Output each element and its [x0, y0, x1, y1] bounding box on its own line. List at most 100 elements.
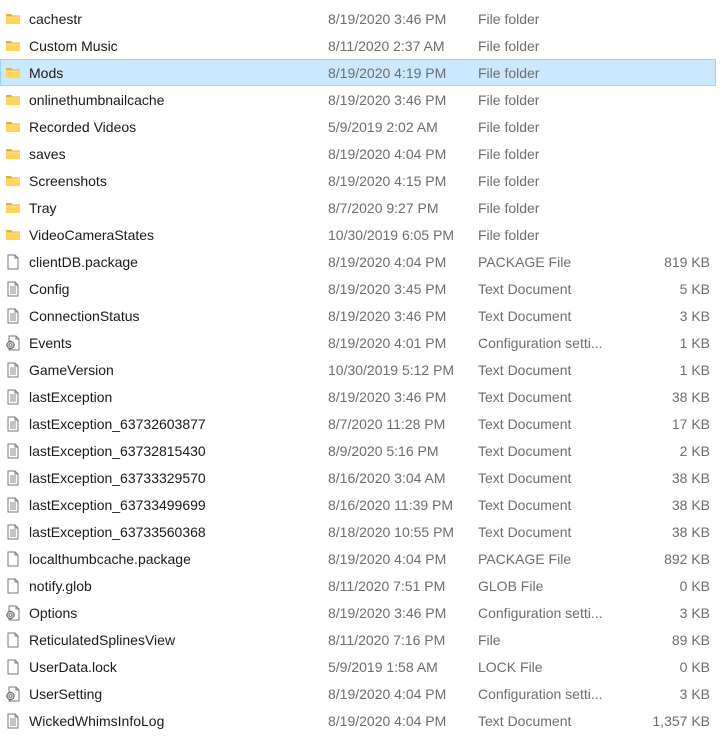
file-type: Text Document	[478, 524, 572, 540]
file-type: Text Document	[478, 416, 572, 432]
date-modified: 8/19/2020 4:04 PM	[328, 713, 447, 729]
date-modified: 8/7/2020 9:27 PM	[328, 200, 439, 216]
file-size: 3 KB	[679, 686, 710, 702]
date-modified: 8/19/2020 4:15 PM	[328, 173, 447, 189]
file-name: lastException_63732603877	[29, 416, 206, 432]
file-size: 38 KB	[671, 497, 710, 513]
file-type: File folder	[478, 92, 540, 108]
file-row[interactable]: notify.glob 8/11/2020 7:51 PM GLOB File 0 K…	[0, 572, 716, 599]
file-name: Events	[29, 335, 72, 351]
file-row[interactable]: UserSetting 8/19/2020 4:04 PM Configuratio…	[0, 680, 716, 707]
file-name: lastException_63733499699	[29, 497, 206, 513]
file-type: Text Document	[478, 713, 572, 729]
file-type: File folder	[478, 38, 540, 54]
file-name: notify.glob	[29, 578, 92, 594]
file-name: Config	[29, 281, 70, 297]
text-document-icon	[5, 470, 21, 486]
date-modified: 8/7/2020 11:28 PM	[328, 416, 446, 432]
date-modified: 8/19/2020 3:46 PM	[328, 389, 447, 405]
file-name: lastException_63733329570	[29, 470, 206, 486]
file-name: lastException_63733560368	[29, 524, 206, 540]
file-name: GameVersion	[29, 362, 114, 378]
text-document-icon	[5, 281, 21, 297]
folder-icon	[5, 227, 21, 243]
date-modified: 5/9/2019 1:58 AM	[328, 659, 438, 675]
file-row[interactable]: ReticulatedSplinesView 8/11/2020 7:16 PM F…	[0, 626, 716, 653]
text-document-icon	[5, 524, 21, 540]
file-row[interactable]: WickedWhimsInfoLog 8/19/2020 4:04 PM Text …	[0, 707, 716, 734]
file-size: 1 KB	[679, 335, 710, 351]
date-modified: 8/19/2020 4:04 PM	[328, 254, 447, 270]
folder-row[interactable]: Recorded Videos 5/9/2019 2:02 AM File fold…	[0, 113, 716, 140]
file-row[interactable]: lastException_63733560368 8/18/2020 10:55…	[0, 518, 716, 545]
file-row[interactable]: UserData.lock 5/9/2019 1:58 AM LOCK File 0 …	[0, 653, 716, 680]
file-size: 0 KB	[679, 659, 710, 675]
file-type: Configuration setti...	[478, 605, 603, 621]
folder-row[interactable]: Custom Music 8/11/2020 2:37 AM File folder	[0, 32, 716, 59]
date-modified: 8/16/2020 3:04 AM	[328, 470, 446, 486]
file-row[interactable]: GameVersion 10/30/2019 5:12 PM Text Docume…	[0, 356, 716, 383]
file-row[interactable]: ConnectionStatus 8/19/2020 3:46 PM Text Do…	[0, 302, 716, 329]
file-row[interactable]: lastException 8/19/2020 3:46 PM Text Docum…	[0, 383, 716, 410]
file-name: lastException	[29, 389, 113, 405]
date-modified: 8/19/2020 3:46 PM	[328, 605, 447, 621]
file-type: Text Document	[478, 389, 572, 405]
date-modified: 8/18/2020 10:55 PM	[328, 524, 455, 540]
file-row[interactable]: localthumbcache.package 8/19/2020 4:04 PM…	[0, 545, 716, 572]
folder-icon	[5, 146, 21, 162]
folder-row[interactable]: cachestr 8/19/2020 3:46 PM File folder	[0, 5, 716, 32]
folder-row[interactable]: VideoCameraStates 10/30/2019 6:05 PM File …	[0, 221, 716, 248]
file-name: saves	[29, 146, 66, 162]
date-modified: 8/19/2020 3:46 PM	[328, 92, 447, 108]
file-type: Text Document	[478, 443, 572, 459]
file-name: UserSetting	[29, 686, 103, 702]
file-name: localthumbcache.package	[29, 551, 191, 567]
file-size: 3 KB	[679, 308, 710, 324]
file-row[interactable]: lastException_63733329570 8/16/2020 3:04 …	[0, 464, 716, 491]
file-row[interactable]: lastException_63732815430 8/9/2020 5:16 P…	[0, 437, 716, 464]
file-type: Text Document	[478, 308, 572, 324]
file-name: clientDB.package	[29, 254, 138, 270]
file-row[interactable]: Options 8/19/2020 3:46 PM Configuration se…	[0, 599, 716, 626]
file-size: 1,357 KB	[652, 713, 710, 729]
text-document-icon	[5, 416, 21, 432]
file-size: 38 KB	[671, 389, 710, 405]
date-modified: 8/19/2020 3:46 PM	[328, 308, 447, 324]
file-row[interactable]: Config 8/19/2020 3:45 PM Text Document 5 KB	[0, 275, 716, 302]
file-name: Mods	[29, 65, 64, 81]
file-name: ReticulatedSplinesView	[29, 632, 176, 648]
folder-row[interactable]: onlinethumbnailcache 8/19/2020 3:46 PM Fil…	[0, 86, 716, 113]
file-type: PACKAGE File	[478, 254, 572, 270]
file-row[interactable]: lastException_63733499699 8/16/2020 11:39…	[0, 491, 716, 518]
file-size: 892 KB	[664, 551, 710, 567]
file-type: File folder	[478, 65, 540, 81]
file-list: cachestr 8/19/2020 3:46 PM File folder Cust…	[0, 5, 722, 734]
date-modified: 8/11/2020 7:16 PM	[328, 632, 446, 648]
date-modified: 8/19/2020 4:04 PM	[328, 686, 447, 702]
file-row[interactable]: lastException_63732603877 8/7/2020 11:28 …	[0, 410, 716, 437]
folder-row[interactable]: Tray 8/7/2020 9:27 PM File folder	[0, 194, 716, 221]
date-modified: 10/30/2019 5:12 PM	[328, 362, 455, 378]
file-size: 1 KB	[679, 362, 710, 378]
blank-file-icon	[5, 551, 21, 567]
file-type: Configuration setti...	[478, 335, 603, 351]
date-modified: 8/19/2020 3:45 PM	[328, 281, 447, 297]
date-modified: 8/11/2020 7:51 PM	[328, 578, 446, 594]
file-row[interactable]: Events 8/19/2020 4:01 PM Configuration set…	[0, 329, 716, 356]
file-name: WickedWhimsInfoLog	[29, 713, 165, 729]
file-row[interactable]: clientDB.package 8/19/2020 4:04 PM PACKAGE…	[0, 248, 716, 275]
folder-icon	[5, 200, 21, 216]
folder-row[interactable]: Screenshots 8/19/2020 4:15 PM File folder	[0, 167, 716, 194]
folder-icon	[5, 173, 21, 189]
folder-row[interactable]: Mods 8/19/2020 4:19 PM File folder	[0, 59, 716, 86]
folder-row[interactable]: saves 8/19/2020 4:04 PM File folder	[0, 140, 716, 167]
config-settings-icon	[5, 686, 21, 702]
config-settings-icon	[5, 605, 21, 621]
file-name: Screenshots	[29, 173, 107, 189]
file-size: 38 KB	[671, 524, 710, 540]
file-name: Recorded Videos	[29, 119, 137, 135]
file-name: cachestr	[29, 11, 82, 27]
folder-icon	[5, 11, 21, 27]
file-size: 0 KB	[679, 578, 710, 594]
file-type: File folder	[478, 11, 540, 27]
